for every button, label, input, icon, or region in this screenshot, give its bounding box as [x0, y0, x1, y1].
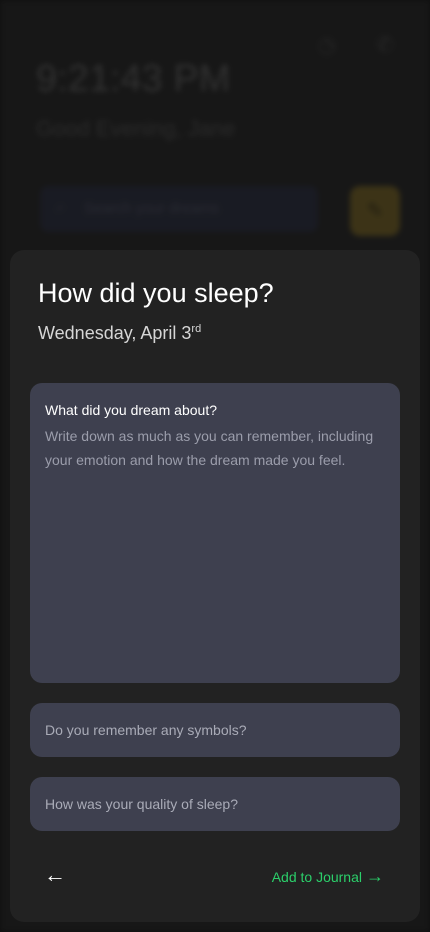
- dream-field-label: What did you dream about?: [45, 402, 217, 418]
- symbols-placeholder: Do you remember any symbols?: [45, 722, 247, 738]
- sleep-journal-sheet: How did you sleep? Wednesday, April 3rd …: [10, 250, 420, 922]
- sleep-quality-input[interactable]: How was your quality of sleep?: [30, 777, 400, 831]
- add-to-journal-label: Add to Journal: [271, 869, 362, 885]
- journal-date-text: Wednesday, April 3: [38, 323, 192, 343]
- sleep-quality-placeholder: How was your quality of sleep?: [45, 796, 238, 812]
- arrow-right-icon: →: [366, 866, 384, 886]
- journal-date-suffix: rd: [191, 323, 202, 335]
- back-arrow-icon: ←: [44, 862, 66, 887]
- page-title: How did you sleep?: [38, 278, 274, 308]
- journal-date: Wednesday, April 3rd: [38, 323, 201, 344]
- symbols-input[interactable]: Do you remember any symbols?: [30, 703, 400, 757]
- add-to-journal-button[interactable]: Add to Journal →: [272, 864, 384, 889]
- dream-textarea[interactable]: What did you dream about? Write down as …: [30, 383, 400, 683]
- dream-field-placeholder: Write down as much as you can remember, …: [45, 428, 374, 468]
- back-button[interactable]: ←: [42, 862, 68, 888]
